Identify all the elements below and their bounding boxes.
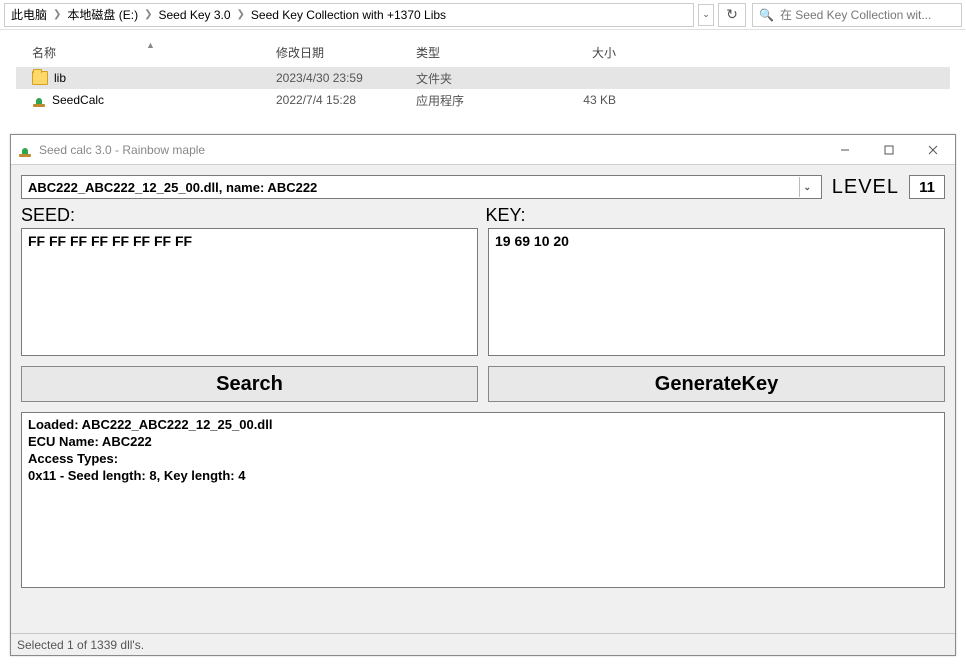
chevron-right-icon: ❯ bbox=[53, 9, 61, 20]
col-date[interactable]: 修改日期 bbox=[276, 44, 416, 61]
file-name: SeedCalc bbox=[52, 93, 104, 107]
col-size[interactable]: 大小 bbox=[536, 44, 616, 61]
key-label: KEY: bbox=[486, 205, 526, 225]
minimize-icon bbox=[840, 145, 850, 155]
key-output[interactable]: 19 69 10 20 bbox=[488, 228, 945, 356]
app-icon bbox=[19, 143, 33, 157]
explorer-window: 此电脑 ❯ 本地磁盘 (E:) ❯ Seed Key 3.0 ❯ Seed Ke… bbox=[0, 0, 966, 115]
maximize-button[interactable] bbox=[867, 136, 911, 164]
file-name: lib bbox=[54, 71, 66, 85]
breadcrumb[interactable]: 此电脑 ❯ 本地磁盘 (E:) ❯ Seed Key 3.0 ❯ Seed Ke… bbox=[4, 3, 694, 27]
minimize-button[interactable] bbox=[823, 136, 867, 164]
close-button[interactable] bbox=[911, 136, 955, 164]
file-row-seedcalc[interactable]: SeedCalc 2022/7/4 15:28 应用程序 43 KB bbox=[16, 89, 950, 111]
folder-icon bbox=[32, 71, 48, 85]
address-bar: 此电脑 ❯ 本地磁盘 (E:) ❯ Seed Key 3.0 ❯ Seed Ke… bbox=[0, 0, 966, 30]
seedcalc-window: Seed calc 3.0 - Rainbow maple ABC222_ABC… bbox=[10, 134, 956, 656]
file-list: ▲ 名称 修改日期 类型 大小 lib 2023/4/30 23:59 文件夹 … bbox=[0, 30, 966, 115]
crumb-0[interactable]: 此电脑 bbox=[11, 6, 47, 23]
sort-asc-icon: ▲ bbox=[146, 40, 155, 50]
col-name-label: 名称 bbox=[32, 46, 56, 60]
dll-selected-text: ABC222_ABC222_12_25_00.dll, name: ABC222 bbox=[28, 180, 317, 195]
crumb-2[interactable]: Seed Key 3.0 bbox=[158, 8, 230, 22]
col-type[interactable]: 类型 bbox=[416, 44, 536, 61]
file-type: 文件夹 bbox=[416, 70, 536, 87]
column-headers[interactable]: ▲ 名称 修改日期 类型 大小 bbox=[16, 38, 950, 67]
app-body: ABC222_ABC222_12_25_00.dll, name: ABC222… bbox=[11, 165, 955, 633]
title-bar[interactable]: Seed calc 3.0 - Rainbow maple bbox=[11, 135, 955, 165]
search-input[interactable]: 🔍 在 Seed Key Collection wit... bbox=[752, 3, 962, 27]
col-name[interactable]: ▲ 名称 bbox=[16, 44, 276, 61]
generate-key-button[interactable]: GenerateKey bbox=[488, 366, 945, 402]
dll-dropdown[interactable]: ABC222_ABC222_12_25_00.dll, name: ABC222… bbox=[21, 175, 822, 199]
maximize-icon bbox=[884, 145, 894, 155]
crumb-3[interactable]: Seed Key Collection with +1370 Libs bbox=[251, 8, 446, 22]
file-date: 2022/7/4 15:28 bbox=[276, 93, 416, 107]
history-dropdown[interactable]: ⌄ bbox=[698, 4, 714, 26]
crumb-1[interactable]: 本地磁盘 (E:) bbox=[67, 6, 138, 23]
chevron-right-icon: ❯ bbox=[144, 9, 152, 20]
file-row-lib[interactable]: lib 2023/4/30 23:59 文件夹 bbox=[16, 67, 950, 89]
chevron-right-icon: ❯ bbox=[237, 9, 245, 20]
refresh-button[interactable]: ↻ bbox=[718, 3, 746, 27]
search-button[interactable]: Search bbox=[21, 366, 478, 402]
status-bar: Selected 1 of 1339 dll's. bbox=[11, 633, 955, 655]
seed-input[interactable]: FF FF FF FF FF FF FF FF bbox=[21, 228, 478, 356]
seed-label: SEED: bbox=[21, 205, 75, 225]
refresh-icon: ↻ bbox=[726, 6, 738, 23]
file-type: 应用程序 bbox=[416, 92, 536, 109]
search-icon: 🔍 bbox=[759, 8, 774, 22]
close-icon bbox=[928, 145, 938, 155]
chevron-down-icon: ⌄ bbox=[799, 177, 815, 197]
app-icon bbox=[32, 93, 46, 107]
status-text: Selected 1 of 1339 dll's. bbox=[17, 638, 144, 652]
file-date: 2023/4/30 23:59 bbox=[276, 71, 416, 85]
log-output: Loaded: ABC222_ABC222_12_25_00.dll ECU N… bbox=[21, 412, 945, 588]
chevron-down-icon: ⌄ bbox=[702, 9, 710, 20]
level-input[interactable]: 11 bbox=[909, 175, 945, 199]
file-size: 43 KB bbox=[536, 93, 616, 107]
level-label: LEVEL bbox=[832, 176, 899, 199]
search-placeholder: 在 Seed Key Collection wit... bbox=[780, 6, 931, 23]
window-title: Seed calc 3.0 - Rainbow maple bbox=[39, 143, 823, 157]
